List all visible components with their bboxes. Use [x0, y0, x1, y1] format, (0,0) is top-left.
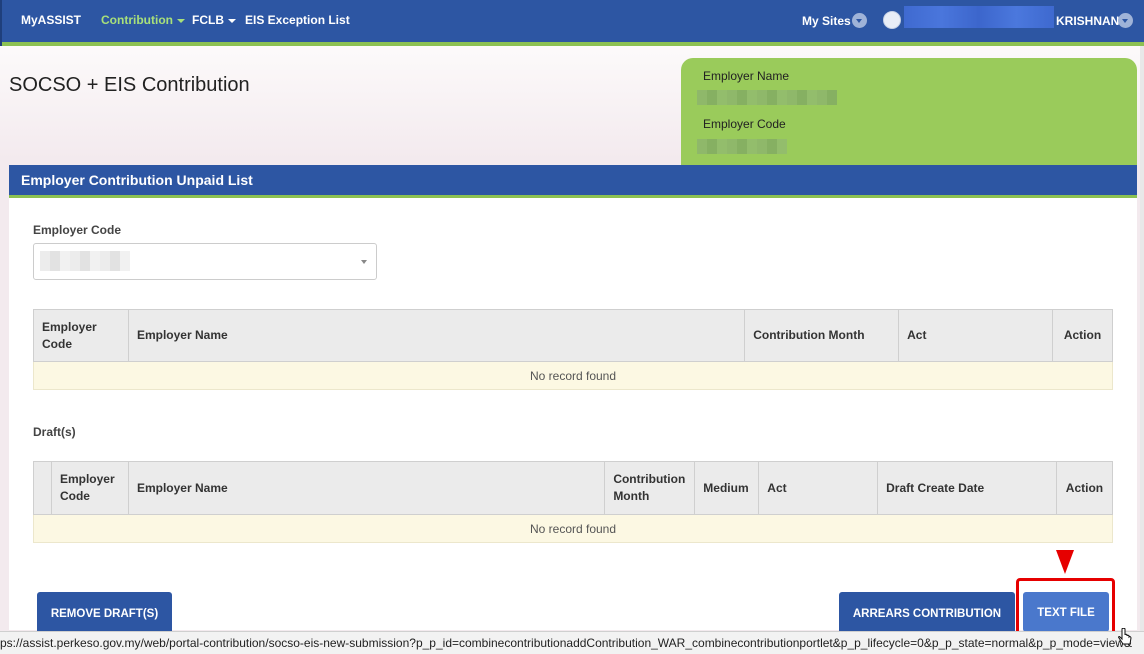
- my-sites-dropdown-icon[interactable]: [852, 13, 867, 28]
- unpaid-list-table: Employer Code Employer Name Contribution…: [33, 309, 1114, 390]
- col-contribution-month[interactable]: Contribution Month: [604, 461, 696, 515]
- redacted-employer-name: [697, 90, 837, 105]
- user-name[interactable]: KRISHNAN: [1056, 14, 1119, 28]
- drafts-label: Draft(s): [33, 425, 76, 439]
- employer-info-card: Employer Name Employer Code: [681, 58, 1137, 166]
- redacted-employer-code: [697, 139, 787, 154]
- highlight-annotation: [1016, 578, 1115, 636]
- remove-drafts-button[interactable]: REMOVE DRAFT(S): [37, 592, 172, 636]
- nav-contribution-label: Contribution: [101, 13, 173, 27]
- nav-contribution-menu[interactable]: Contribution: [101, 13, 185, 27]
- col-employer-name[interactable]: Employer Name: [127, 309, 746, 362]
- my-sites-menu[interactable]: My Sites: [802, 14, 851, 28]
- chevron-down-icon: [176, 18, 185, 23]
- employer-code-filter-label: Employer Code: [33, 223, 122, 237]
- user-menu-dropdown-icon[interactable]: [1118, 13, 1133, 28]
- caret-down-icon: [361, 260, 367, 264]
- col-action[interactable]: Action: [1051, 309, 1114, 362]
- col-select[interactable]: [33, 461, 52, 515]
- navbar-edge: [0, 0, 2, 46]
- redacted-selected-code: [40, 251, 130, 271]
- col-action[interactable]: Action: [1055, 461, 1114, 515]
- section-title: Employer Contribution Unpaid List: [21, 172, 253, 188]
- scrollbar[interactable]: [1140, 46, 1144, 631]
- nav-fclb-label: FCLB: [192, 13, 224, 27]
- employer-code-label: Employer Code: [703, 117, 786, 131]
- hand-cursor-icon: [1118, 628, 1132, 645]
- col-medium[interactable]: Medium: [694, 461, 760, 515]
- empty-message: No record found: [33, 361, 1113, 390]
- avatar[interactable]: [883, 11, 901, 29]
- col-employer-code[interactable]: Employer Code: [50, 461, 129, 515]
- col-act[interactable]: Act: [758, 461, 879, 515]
- status-bar-url: ps://assist.perkeso.gov.my/web/portal-co…: [0, 631, 1144, 654]
- brand-link[interactable]: MyASSIST: [21, 13, 81, 27]
- top-navbar: MyASSIST Contribution FCLB EIS Exception…: [0, 0, 1144, 46]
- col-draft-create-date[interactable]: Draft Create Date: [877, 461, 1057, 515]
- redacted-user-name: [904, 6, 1054, 28]
- page-title: SOCSO + EIS Contribution: [9, 74, 250, 96]
- drafts-table: Employer Code Employer Name Contribution…: [33, 461, 1114, 543]
- section-header: Employer Contribution Unpaid List: [9, 165, 1137, 198]
- employer-code-select[interactable]: [33, 243, 377, 280]
- arrears-contribution-button[interactable]: ARREARS CONTRIBUTION: [839, 592, 1015, 636]
- col-act[interactable]: Act: [898, 309, 1053, 362]
- col-employer-name[interactable]: Employer Name: [127, 461, 606, 515]
- nav-eis-exception-link[interactable]: EIS Exception List: [245, 13, 350, 27]
- nav-fclb-menu[interactable]: FCLB: [192, 13, 236, 27]
- col-contribution-month[interactable]: Contribution Month: [744, 309, 900, 362]
- employer-name-label: Employer Name: [703, 69, 790, 83]
- empty-message: No record found: [33, 514, 1113, 543]
- col-employer-code[interactable]: Employer Code: [33, 309, 129, 362]
- annotation-arrow-icon: [1056, 550, 1074, 574]
- chevron-down-icon: [228, 18, 236, 23]
